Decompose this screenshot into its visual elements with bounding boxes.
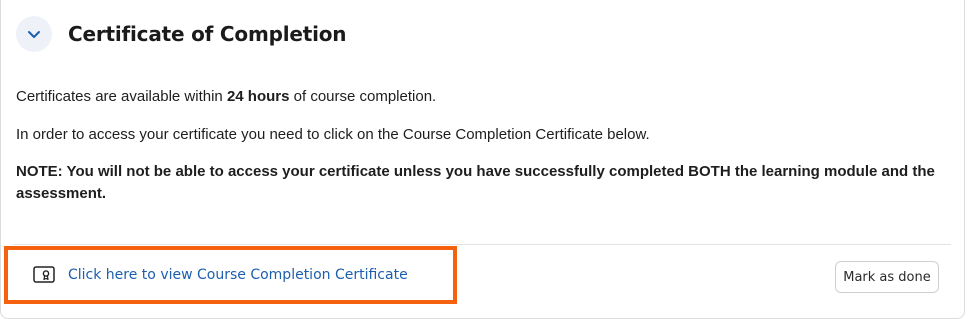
access-instructions-text: In order to access your certificate you … (16, 126, 650, 143)
collapse-toggle-button[interactable] (16, 16, 52, 52)
availability-text: Certificates are available within 24 hou… (16, 86, 946, 108)
chevron-down-icon (28, 30, 40, 38)
mark-as-done-button[interactable]: Mark as done (835, 261, 939, 293)
note-text-bold: NOTE: You will not be able to access you… (16, 163, 935, 202)
availability-text-pre: Certificates are available within (16, 88, 227, 105)
view-certificate-link-label[interactable]: Click here to view Course Completion Cer… (68, 267, 408, 283)
footer-divider (13, 244, 951, 245)
note-text: NOTE: You will not be able to access you… (16, 161, 946, 205)
section-body: Certificates are available within 24 hou… (16, 86, 946, 221)
availability-hours: 24 hours (226, 88, 290, 105)
certificate-icon (33, 266, 55, 284)
view-certificate-link[interactable]: Click here to view Course Completion Cer… (33, 266, 408, 284)
certificate-section-card: Certificate of Completion Certificates a… (0, 0, 965, 319)
section-title: Certificate of Completion (68, 22, 347, 46)
section-header: Certificate of Completion (16, 15, 347, 53)
availability-text-post: of course completion. (289, 88, 437, 105)
